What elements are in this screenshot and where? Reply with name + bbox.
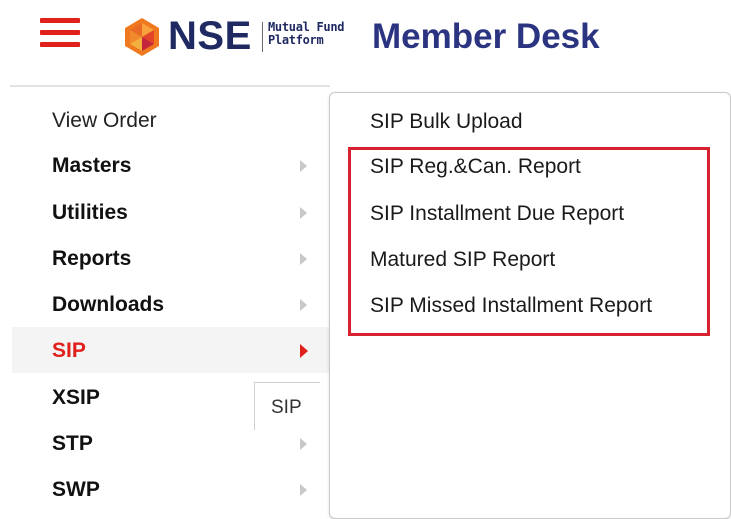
- menu-item-label: SWP: [52, 478, 100, 501]
- chevron-right-icon: [300, 253, 307, 265]
- menu-item-sip[interactable]: SIP: [12, 327, 330, 373]
- menu-item-label: Utilities: [52, 201, 128, 224]
- menu-item-label: STP: [52, 432, 93, 455]
- submenu-item-sip-missed-installment-report[interactable]: SIP Missed Installment Report: [370, 293, 652, 319]
- chevron-right-icon: [300, 438, 307, 450]
- submenu-item-matured-sip-report[interactable]: Matured SIP Report: [370, 247, 555, 273]
- brand-name: NSE: [168, 14, 252, 58]
- menu-item-utilities[interactable]: Utilities: [12, 189, 330, 235]
- brand-subtitle: Mutual Fund Platform: [268, 21, 344, 47]
- app-header: NSE Mutual Fund Platform Member Desk: [0, 0, 731, 80]
- chevron-right-icon: [300, 299, 307, 311]
- menu-item-label: View Order: [52, 109, 157, 132]
- main-menu: View Order Masters Utilities Reports Dow…: [12, 90, 330, 519]
- menu-item-downloads[interactable]: Downloads: [12, 281, 330, 327]
- chevron-right-icon: [300, 344, 308, 358]
- chevron-right-icon: [300, 484, 307, 496]
- menu-item-label: Downloads: [52, 293, 165, 316]
- submenu-item-sip-reg-can-report[interactable]: SIP Reg.&Can. Report: [370, 154, 581, 180]
- chevron-right-icon: [300, 207, 307, 219]
- menu-item-label: Masters: [52, 154, 132, 177]
- submenu-item-sip-installment-due-report[interactable]: SIP Installment Due Report: [370, 201, 624, 227]
- sip-tooltip: SIP: [254, 382, 320, 430]
- menu-item-label: Reports: [52, 247, 132, 270]
- menu-item-swp[interactable]: SWP: [12, 466, 330, 512]
- chevron-right-icon: [300, 160, 307, 172]
- menu-item-reports[interactable]: Reports: [12, 235, 330, 281]
- menu-item-label: XSIP: [52, 386, 100, 409]
- sip-submenu: SIP Bulk Upload SIP Reg.&Can. Report SIP…: [329, 92, 731, 519]
- brand-divider: [262, 22, 263, 52]
- header-divider: [10, 85, 330, 87]
- menu-item-view-order[interactable]: View Order: [12, 97, 330, 143]
- nse-logo-icon: [125, 18, 159, 56]
- brand-subtitle-line-2: Platform: [268, 33, 324, 47]
- menu-item-label: SIP: [52, 339, 86, 362]
- submenu-item-sip-bulk-upload[interactable]: SIP Bulk Upload: [370, 109, 523, 135]
- tooltip-text: SIP: [271, 397, 302, 418]
- app-title: Member Desk: [372, 17, 600, 56]
- menu-item-masters[interactable]: Masters: [12, 142, 330, 188]
- hamburger-menu-icon[interactable]: [40, 18, 80, 50]
